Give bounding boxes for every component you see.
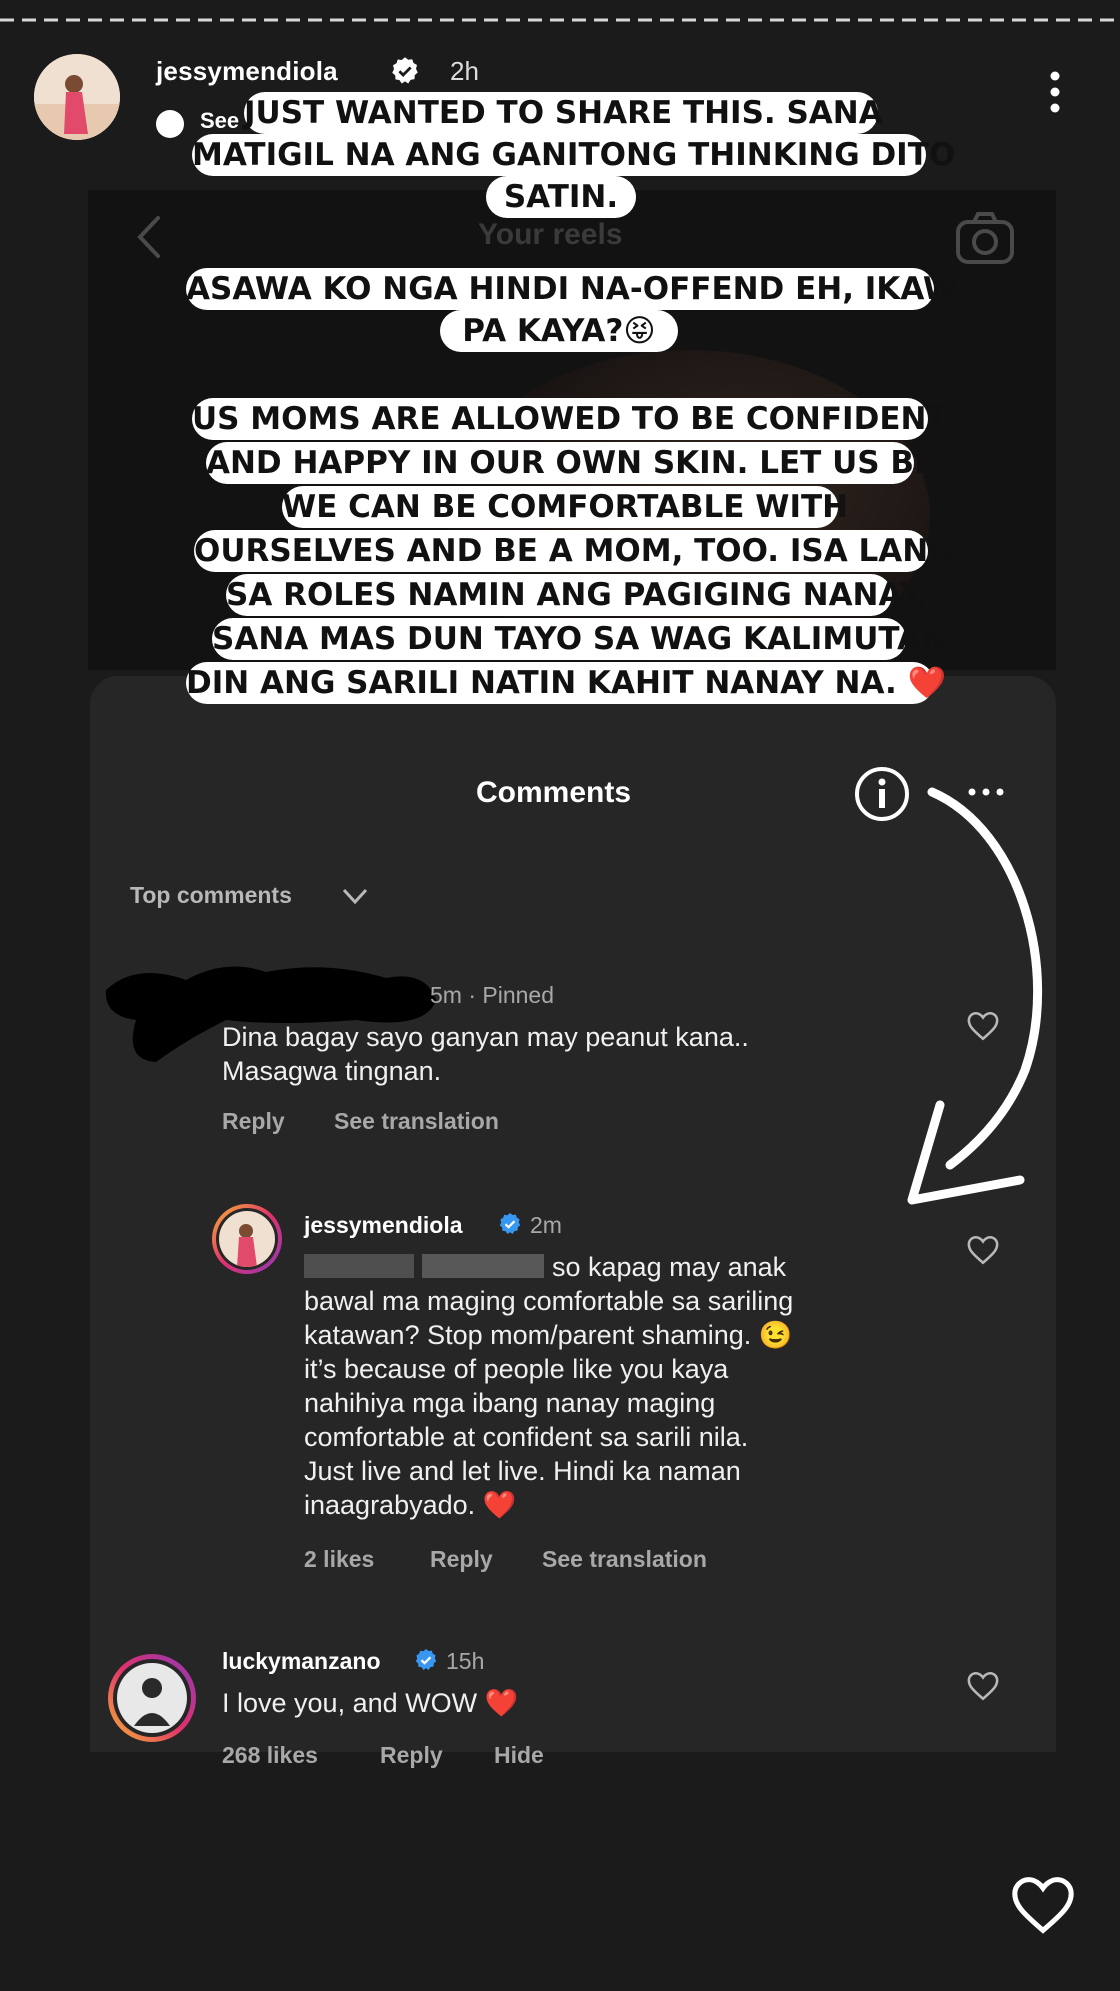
see-translation-button[interactable]: See translation [542,1546,707,1573]
story-like-heart-icon[interactable] [1008,1874,1078,1936]
sticker-line: US MOMS ARE ALLOWED TO BE CONFIDENT [192,398,948,440]
comment-text-line: katawan? Stop mom/parent shaming. 😉 [304,1320,793,1350]
reply-button[interactable]: Reply [380,1742,443,1769]
comment-text-line: inaagrabyado. ❤️ [304,1490,517,1520]
comment-username[interactable]: jessymendiola [304,1212,463,1239]
sticker-line: SA ROLES NAMIN ANG PAGIGING NANAY. [226,574,929,616]
avatar[interactable] [212,1204,282,1274]
story-progress-bar [0,18,1120,22]
like-heart-icon[interactable] [966,1670,1000,1702]
sticker-line: OURSELVES AND BE A MOM, TOO. ISA LANG [194,530,954,572]
comment-text-line: Dina bagay sayo ganyan may peanut kana.. [222,1022,749,1052]
reply-button[interactable]: Reply [222,1108,285,1135]
comment-text-line: Just live and let live. Hindi ka naman [304,1456,741,1486]
comment-text-line: nahihiya mga ibang nanay maging [304,1388,716,1418]
see-translation-button[interactable]: See translation [334,1108,499,1135]
back-arrow-icon [128,212,168,262]
chevron-down-icon[interactable] [340,884,370,908]
comment-meta: 5m · Pinned [430,982,555,1008]
likes-count[interactable]: 268 likes [222,1742,318,1769]
sticker-line: DIN ANG SARILI NATIN KAHIT NANAY NA. ❤️ [186,662,946,704]
verified-badge-icon [498,1212,522,1236]
sticker-line: SATIN. [486,176,636,218]
likes-count[interactable]: 2 likes [304,1546,374,1573]
comment-text-line: I love you, and WOW ❤️ [222,1688,519,1718]
comment-text-line: bawal ma maging comfortable sa sariling [304,1286,794,1316]
comment-text-line: comfortable at confident sa sarili nila. [304,1422,749,1452]
reply-button[interactable]: Reply [430,1546,493,1573]
comment-text-line: it’s because of people like you kaya [304,1354,729,1384]
avatar[interactable] [106,1652,198,1744]
sticker-line: JUST WANTED TO SHARE THIS. SANA [244,92,883,134]
top-comments-filter[interactable]: Top comments [130,882,292,909]
comment-text-line: so kapag may anak [552,1252,787,1282]
reels-title: Your reels [478,218,623,251]
more-vertical-icon[interactable] [1040,70,1070,120]
like-heart-icon[interactable] [966,1010,1000,1042]
story-time: 2h [450,56,479,86]
verified-badge-icon [390,56,420,86]
sticker-line: AND HAPPY IN OUR OWN SKIN. LET US BE. [206,442,947,484]
story-avatar[interactable] [34,54,120,140]
sticker-line: WE CAN BE COMFORTABLE WITH [282,486,848,528]
hide-button[interactable]: Hide [494,1742,544,1769]
camera-icon [954,210,1016,266]
comment-time: 2m [530,1212,562,1238]
sticker-line: MATIGIL NA ANG GANITONG THINKING DITO [192,134,955,176]
sticker-line: ASAWA KO NGA HINDI NA-OFFEND EH, IKAW [186,268,957,310]
story-username[interactable]: jessymendiola [156,56,338,87]
drawn-arrow [900,770,1070,1230]
comment-time: 15h [446,1648,485,1674]
comment-username[interactable]: luckymanzano [222,1648,381,1675]
sticker-line: SANA MAS DUN TAYO SA WAG KALIMUTAN [212,618,947,660]
comment-text-line: Masagwa tingnan. [222,1056,442,1086]
like-heart-icon[interactable] [966,1234,1000,1266]
redacted-mention [304,1252,544,1280]
sticker-line: PA KAYA?😝 [440,310,678,352]
verified-badge-icon [414,1648,438,1672]
translate-icon[interactable] [156,110,184,138]
comments-title: Comments [476,776,632,809]
